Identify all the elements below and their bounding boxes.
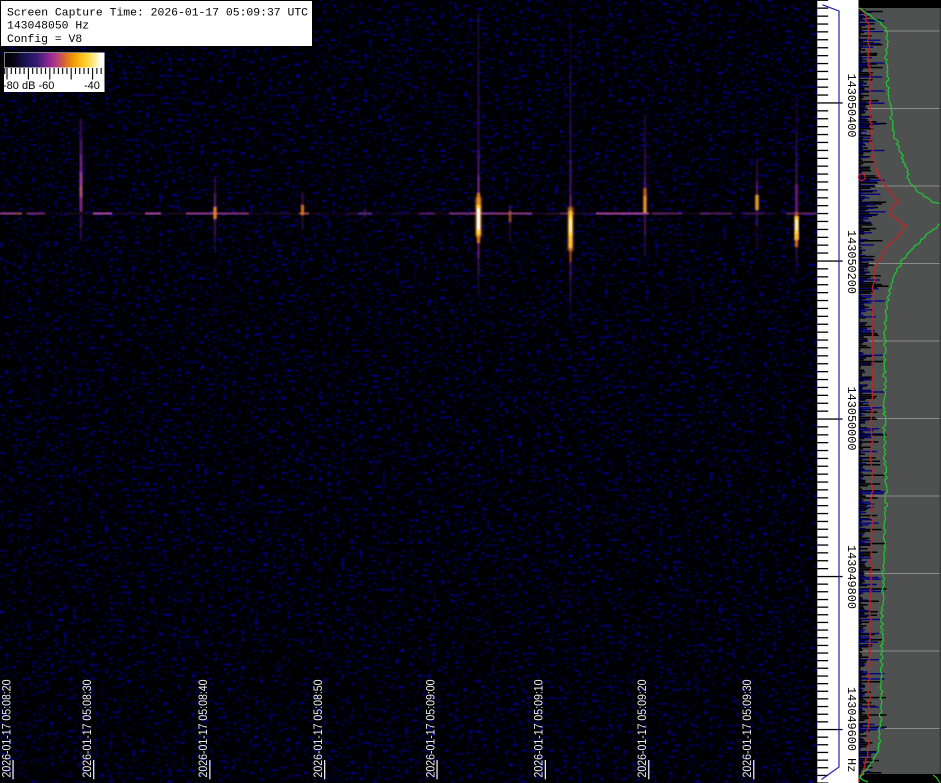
svg-text:143048050 Hz: 143048050 Hz [7, 21, 89, 33]
svg-text:2026-01-17 05:08:20: 2026-01-17 05:08:20 [0, 679, 13, 777]
svg-text:-40: -40 [84, 80, 100, 92]
svg-text:143049600: 143049600 [844, 687, 858, 751]
svg-text:-80 dB -60: -80 dB -60 [3, 80, 54, 92]
svg-text:2026-01-17 05:09:30: 2026-01-17 05:09:30 [740, 679, 754, 777]
svg-text:2026-01-17 05:08:50: 2026-01-17 05:08:50 [311, 679, 325, 777]
svg-text:2026-01-17 05:08:40: 2026-01-17 05:08:40 [196, 679, 210, 777]
svg-text:2026-01-17 05:08:30: 2026-01-17 05:08:30 [80, 679, 94, 777]
svg-text:2026-01-17 05:09:10: 2026-01-17 05:09:10 [532, 679, 546, 777]
svg-text:143050000: 143050000 [844, 387, 858, 451]
svg-text:Hz: Hz [844, 758, 858, 772]
svg-text:Screen Capture Time: 2026-01-1: Screen Capture Time: 2026-01-17 05:09:37… [7, 7, 308, 19]
svg-text:143050200: 143050200 [844, 230, 858, 294]
svg-text:2026-01-17 05:09:00: 2026-01-17 05:09:00 [423, 679, 437, 777]
svg-text:143050400: 143050400 [844, 74, 858, 138]
svg-text:2026-01-17 05:09:20: 2026-01-17 05:09:20 [635, 679, 649, 777]
svg-text:143049800: 143049800 [844, 545, 858, 609]
svg-text:Config = V8: Config = V8 [7, 34, 82, 46]
